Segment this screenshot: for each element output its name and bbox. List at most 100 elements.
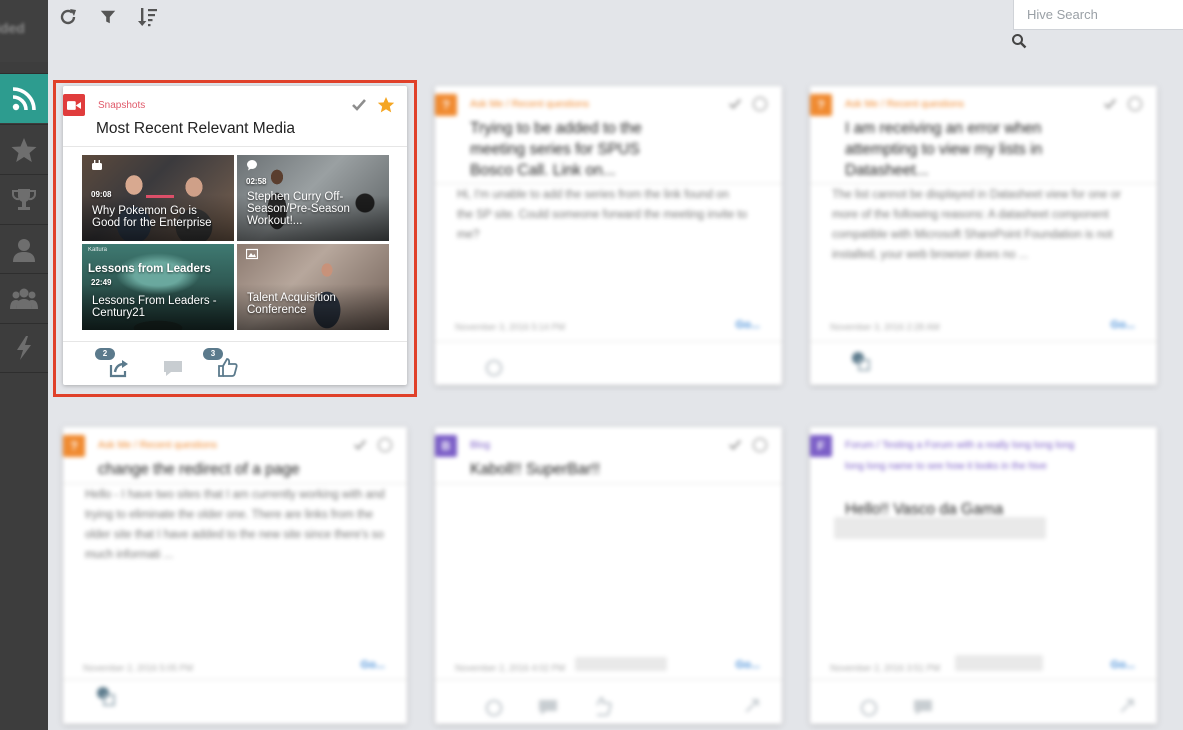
- tile-overlay-title: Lessons from Leaders: [88, 263, 211, 275]
- star-icon[interactable]: [377, 96, 395, 114]
- card-go-link[interactable]: Go...: [736, 319, 760, 331]
- tile-duration: 09:08: [91, 190, 112, 199]
- media-tile[interactable]: 02:58 Stephen Curry Off-Season/Pre-Seaso…: [237, 155, 389, 241]
- share-icon: [852, 352, 870, 371]
- sidebar-item-favorites[interactable]: [0, 124, 48, 174]
- card-title[interactable]: Most Recent Relevant Media: [96, 118, 295, 139]
- search-icon: [1012, 34, 1027, 49]
- card-header-actions: [351, 96, 395, 114]
- card-divider: [63, 483, 407, 484]
- tile-caption: Why Pokemon Go is Good for the Enterpris…: [92, 205, 212, 229]
- star-outline-icon[interactable]: [752, 437, 768, 453]
- comment-button[interactable]: [162, 357, 184, 379]
- card-title[interactable]: change the redirect of a page: [98, 459, 358, 480]
- expand-button[interactable]: [1116, 695, 1138, 717]
- search-field[interactable]: [1013, 0, 1183, 30]
- sidebar-item-feed[interactable]: [0, 73, 48, 123]
- feed-card[interactable]: B Blog Kaboll!! SuperBar!! November 2, 2…: [435, 427, 782, 724]
- card-date: November 3, 2016 2:28 AM: [830, 322, 940, 332]
- share-icon: [97, 687, 115, 706]
- featured-media-card[interactable]: Snapshots Most Recent Relevant Media 09:…: [63, 86, 407, 385]
- expand-icon: [745, 699, 759, 713]
- sort-button[interactable]: [137, 6, 159, 28]
- card-date: November 2, 2016 3:51 PM: [830, 663, 941, 673]
- star-outline-icon[interactable]: [377, 437, 393, 453]
- check-icon[interactable]: [728, 97, 742, 111]
- comment-button[interactable]: [537, 696, 559, 718]
- card-placeholder-bar: [575, 657, 667, 671]
- people-icon: [10, 288, 38, 309]
- blog-badge: B: [435, 435, 457, 457]
- tile-brand: Kaltura: [88, 247, 108, 253]
- card-go-link[interactable]: Go...: [1111, 659, 1135, 671]
- rss-icon: [12, 86, 36, 110]
- card-date: November 2, 2016 5:05 PM: [83, 663, 194, 673]
- filter-button[interactable]: [97, 6, 119, 28]
- check-icon[interactable]: [353, 438, 367, 452]
- card-source[interactable]: Snapshots: [98, 100, 145, 111]
- card-excerpt: Hello - I have two sites that I am curre…: [85, 489, 385, 561]
- feed-card[interactable]: ? Ask Me / Recent questions I am receivi…: [810, 86, 1157, 385]
- follow-button[interactable]: [483, 697, 505, 719]
- star-icon: [11, 137, 37, 162]
- card-go-link[interactable]: Go...: [1111, 319, 1135, 331]
- follow-button[interactable]: [483, 357, 505, 379]
- expand-button[interactable]: [741, 695, 763, 717]
- comment-button[interactable]: [912, 696, 934, 718]
- trophy-icon: [12, 188, 36, 210]
- card-divider: [435, 483, 782, 484]
- card-divider: [63, 146, 407, 147]
- search-input[interactable]: [1014, 0, 1183, 29]
- share-button[interactable]: [108, 357, 130, 379]
- expand-icon: [1120, 699, 1134, 713]
- sidebar-item-groups[interactable]: [0, 273, 48, 323]
- comment-icon: [164, 361, 182, 376]
- like-button[interactable]: [591, 695, 613, 717]
- feed-card[interactable]: F Forum / Testing a Forum with a really …: [810, 427, 1157, 724]
- forum-badge: F: [810, 435, 832, 457]
- tile-duration: 02:58: [246, 177, 267, 186]
- follow-button[interactable]: [858, 697, 880, 719]
- card-title[interactable]: Kaboll!! SuperBar!!: [470, 459, 600, 480]
- card-divider: [810, 679, 1157, 680]
- card-source: Blog: [470, 440, 491, 451]
- sidebar-item-profile[interactable]: [0, 224, 48, 274]
- card-header-actions: [1103, 96, 1143, 112]
- card-title[interactable]: I am receiving an error when attempting …: [845, 118, 1065, 181]
- card-go-link[interactable]: Go...: [736, 659, 760, 671]
- clock-icon: [485, 359, 503, 377]
- media-tile[interactable]: 09:08 Why Pokemon Go is Good for the Ent…: [82, 155, 234, 241]
- card-date: November 2, 2016 4:02 PM: [455, 663, 566, 673]
- like-button[interactable]: [217, 356, 239, 378]
- card-title[interactable]: Trying to be added to the meeting series…: [470, 118, 670, 181]
- card-divider: [810, 183, 1157, 184]
- tile-caption: Stephen Curry Off-Season/Pre-Season Work…: [247, 191, 350, 227]
- thumbs-up-icon: [596, 696, 612, 716]
- media-tile[interactable]: Talent Acquisition Conference: [237, 244, 389, 330]
- refresh-button[interactable]: [57, 6, 79, 28]
- check-icon[interactable]: [728, 438, 742, 452]
- share-button[interactable]: [850, 350, 872, 372]
- question-badge: ?: [810, 94, 832, 116]
- clock-icon: [860, 699, 878, 717]
- feed-card[interactable]: ? Ask Me / Recent questions Trying to be…: [435, 86, 782, 385]
- video-camera-icon: [67, 100, 81, 110]
- star-outline-icon[interactable]: [1127, 96, 1143, 112]
- sort-icon: [138, 8, 157, 27]
- sidebar-item-activity[interactable]: [0, 323, 48, 373]
- card-go-link[interactable]: Go...: [361, 659, 385, 671]
- tile-duration: 22:49: [91, 278, 112, 287]
- check-icon[interactable]: [1103, 97, 1117, 111]
- share-button[interactable]: [95, 685, 117, 707]
- comment-icon: [539, 700, 557, 715]
- sidebar-item-achievements[interactable]: [0, 174, 48, 224]
- card-source: Ask Me / Recent questions: [845, 99, 964, 110]
- star-outline-icon[interactable]: [752, 96, 768, 112]
- card-header-actions: [353, 437, 393, 453]
- check-icon[interactable]: [351, 97, 367, 113]
- media-tile[interactable]: Kaltura Lessons from Leaders 22:49 Lesso…: [82, 244, 234, 330]
- card-header-actions: [728, 437, 768, 453]
- chat-bubble-icon: [247, 160, 257, 171]
- feed-card[interactable]: ? Ask Me / Recent questions change the r…: [63, 427, 407, 724]
- search-button[interactable]: [1011, 33, 1027, 49]
